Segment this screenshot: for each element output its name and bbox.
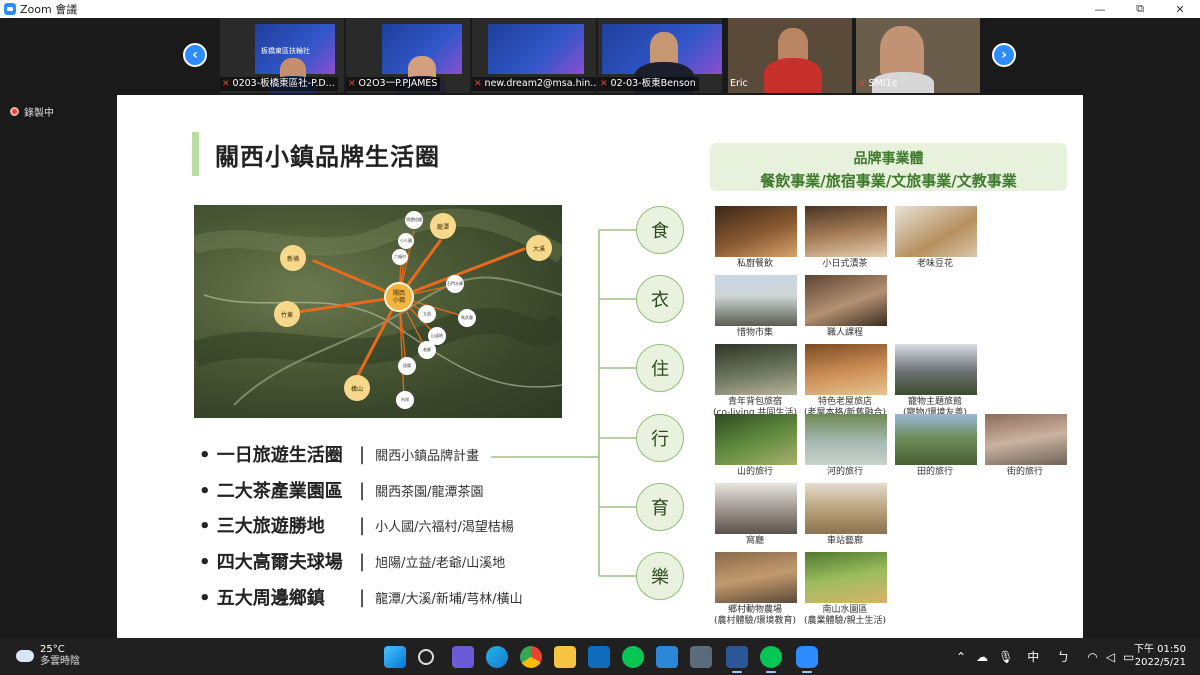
speaker-icon[interactable]: ◁ bbox=[1106, 650, 1115, 664]
category-housing: 住 bbox=[636, 344, 684, 392]
caption: 南山水園區 (農業體驗/親土生活) bbox=[803, 605, 887, 626]
participant-body bbox=[764, 58, 822, 93]
chrome-icon[interactable] bbox=[520, 646, 542, 668]
teams-chat-icon[interactable] bbox=[452, 646, 474, 668]
photo-old-house-inn bbox=[805, 344, 887, 395]
mic-muted-icon: ✕ bbox=[222, 79, 230, 89]
participant-name-label: ✕ SMI1e bbox=[858, 78, 898, 89]
line-app-icon[interactable] bbox=[760, 646, 782, 673]
file-explorer-icon[interactable] bbox=[554, 646, 576, 668]
photo-mountain-trip bbox=[715, 414, 797, 465]
next-participants-button[interactable]: › bbox=[992, 43, 1016, 67]
participant-name-label: Eric bbox=[730, 78, 748, 89]
participant-avatar bbox=[880, 26, 924, 76]
caption: 車站藝廊 bbox=[826, 536, 863, 546]
previous-participants-button[interactable]: ‹ bbox=[183, 43, 207, 67]
close-button[interactable]: ✕ bbox=[1160, 0, 1200, 18]
photo-flea-market bbox=[715, 275, 797, 326]
photo-private-kitchen bbox=[715, 206, 797, 257]
weather-temp: 25°C bbox=[40, 644, 65, 655]
caption: 職人課程 bbox=[826, 328, 863, 338]
recording-indicator[interactable]: 錄製中 bbox=[10, 104, 54, 119]
participant-name-label: ✕ O2O3一P.PJAMES bbox=[346, 77, 441, 91]
shared-slide: 關西小鎮品牌生活圈 品牌事業體 餐飲事業/旅宿事業/文旅事業/文教事業 關西 小… bbox=[117, 95, 1083, 638]
wifi-icon[interactable]: ◠ bbox=[1087, 650, 1097, 664]
chevron-right-icon: › bbox=[1001, 47, 1007, 63]
photo-field-trip bbox=[895, 414, 977, 465]
word-icon[interactable] bbox=[726, 646, 748, 673]
category-clothing: 衣 bbox=[636, 275, 684, 323]
edge-icon[interactable] bbox=[486, 646, 508, 668]
participant-tile[interactable]: 板橋東區扶輪社 ✕ 0203-板橋東區社-P.D... bbox=[220, 18, 344, 93]
caption: 街的旅行 bbox=[1006, 467, 1043, 477]
caption: 老味豆花 bbox=[916, 259, 953, 269]
participant-tile[interactable]: ✕ 02-03-板東Benson bbox=[598, 18, 722, 93]
photo-hostel bbox=[715, 344, 797, 395]
mic-muted-icon: ✕ bbox=[600, 79, 608, 89]
minimize-button[interactable]: — bbox=[1080, 0, 1120, 18]
window-title: Zoom 會議 bbox=[20, 3, 78, 16]
photo-river-trip bbox=[805, 414, 887, 465]
rotary-banner bbox=[488, 24, 584, 74]
participant-tile[interactable]: Eric bbox=[728, 18, 852, 93]
mic-muted-icon: ✕ bbox=[474, 79, 482, 89]
line-icon[interactable] bbox=[622, 646, 644, 668]
mic-muted-icon: ✕ bbox=[858, 79, 866, 89]
zoom-app-icon bbox=[4, 3, 16, 15]
calculator-icon[interactable] bbox=[690, 646, 712, 668]
cloud-icon bbox=[16, 650, 34, 662]
photo-tofu-pudding bbox=[895, 206, 977, 257]
participant-name-label: ✕ new.dream2@msa.hin... bbox=[472, 77, 596, 91]
chevron-left-icon: ‹ bbox=[192, 47, 198, 63]
category-food: 食 bbox=[636, 206, 684, 254]
photo-street-trip bbox=[985, 414, 1067, 465]
search-icon[interactable] bbox=[418, 649, 434, 665]
weather-condition: 多雲時陰 bbox=[40, 656, 80, 667]
photo-nest-hall bbox=[715, 483, 797, 534]
ime-mode-indicator[interactable]: ㄅ bbox=[1057, 648, 1069, 665]
microphone-icon[interactable]: 🎙 bbox=[998, 650, 1013, 664]
participant-tile[interactable]: ✕ SMI1e bbox=[856, 18, 980, 93]
participant-video-strip: ‹ 板橋東區扶輪社 ✕ 0203-板橋東區社-P.D... ✕ O2O3一P.P… bbox=[0, 18, 1200, 93]
outlook-icon[interactable] bbox=[588, 646, 610, 668]
ime-indicator[interactable]: 中 bbox=[1027, 648, 1039, 665]
participant-avatar bbox=[650, 32, 678, 64]
record-icon bbox=[10, 107, 19, 116]
photo-pet-hotel bbox=[895, 344, 977, 395]
battery-icon[interactable]: ▭ bbox=[1123, 650, 1134, 664]
category-leisure: 樂 bbox=[636, 552, 684, 600]
photo-station-gallery bbox=[805, 483, 887, 534]
participant-name-label: ✕ 0203-板橋東區社-P.D... bbox=[220, 77, 338, 91]
recording-label: 錄製中 bbox=[24, 108, 54, 119]
system-tray: ⌃ ☁ 🎙 中 ㄅ ◠ ◁ ▭ bbox=[956, 638, 1134, 675]
participant-tile[interactable]: ✕ new.dream2@msa.hin... bbox=[472, 18, 596, 93]
category-travel: 行 bbox=[636, 414, 684, 462]
category-education: 育 bbox=[636, 483, 684, 531]
windows-start-icon[interactable] bbox=[384, 646, 406, 668]
photo-japanese-tea bbox=[805, 206, 887, 257]
taskbar-clock[interactable]: 下午 01:50 2022/5/21 bbox=[1134, 643, 1186, 669]
weather-widget[interactable]: 25°C 多雲時陰 bbox=[16, 644, 80, 668]
notepad-icon[interactable] bbox=[656, 646, 678, 668]
photo-animal-farm bbox=[715, 552, 797, 603]
clock-time: 下午 01:50 bbox=[1134, 644, 1186, 655]
maximize-button[interactable]: ⧉ bbox=[1120, 0, 1160, 18]
zoom-taskbar-icon[interactable] bbox=[796, 646, 818, 673]
participant-avatar bbox=[778, 28, 808, 62]
windows-taskbar: 25°C 多雲時陰 ⌃ ☁ 🎙 中 ㄅ ◠ ◁ ▭ 下午 01:50 2022/… bbox=[0, 638, 1200, 675]
mic-muted-icon: ✕ bbox=[348, 79, 356, 89]
chevron-up-icon[interactable]: ⌃ bbox=[956, 650, 966, 664]
clock-date: 2022/5/21 bbox=[1134, 657, 1186, 668]
onedrive-cloud-icon[interactable]: ☁ bbox=[976, 650, 988, 664]
photo-craft-course bbox=[805, 275, 887, 326]
window-controls: — ⧉ ✕ bbox=[1080, 0, 1200, 18]
participant-tile[interactable]: ✕ O2O3一P.PJAMES bbox=[346, 18, 470, 93]
participant-name-label: ✕ 02-03-板東Benson bbox=[598, 77, 699, 91]
photo-nanshan-park bbox=[805, 552, 887, 603]
window-titlebar: Zoom 會議 — ⧉ ✕ bbox=[0, 0, 1200, 18]
